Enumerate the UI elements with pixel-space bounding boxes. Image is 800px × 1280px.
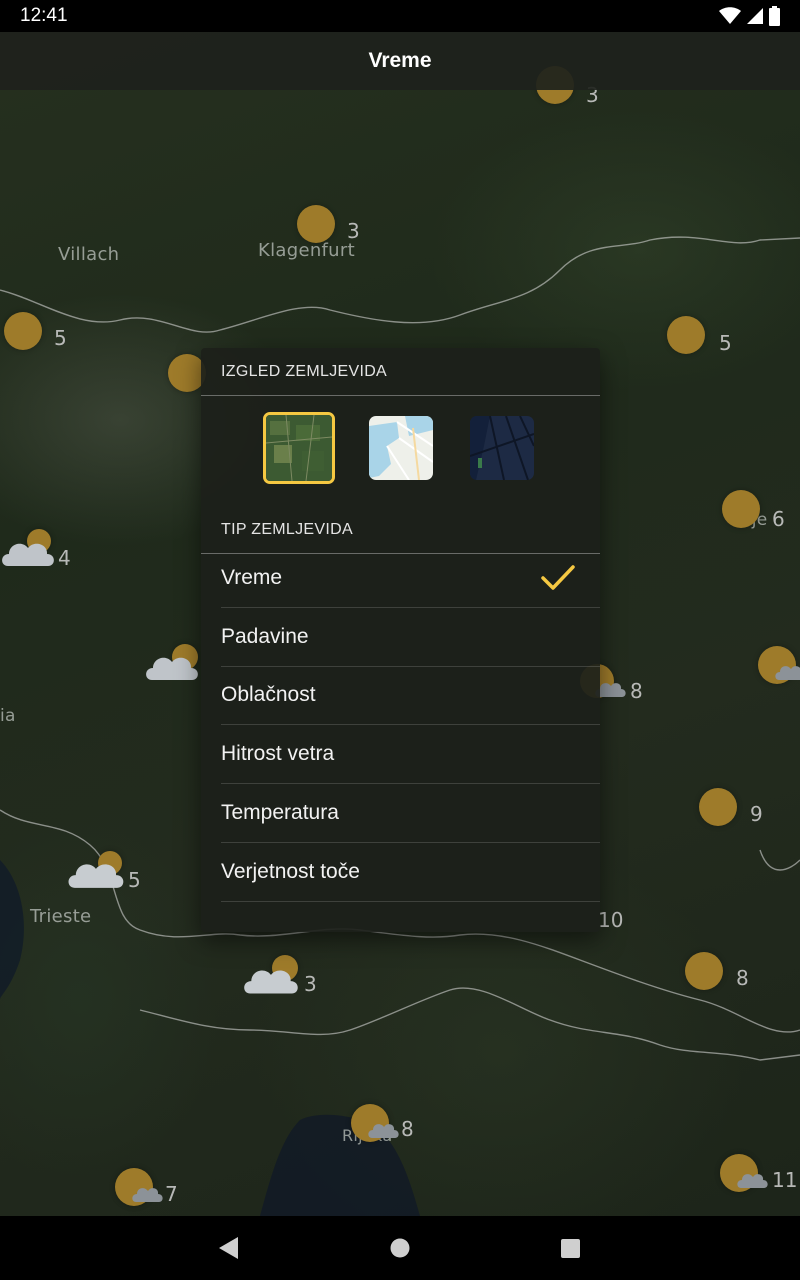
map-style-light-option[interactable]: [369, 416, 433, 480]
city-label-villach: Villach: [58, 244, 120, 265]
marker-temperature: 8: [401, 1117, 414, 1141]
weather-marker[interactable]: [758, 646, 800, 706]
sun-icon: [667, 316, 705, 354]
sun-icon: [4, 312, 42, 350]
sun-icon: [722, 490, 760, 528]
map-type-item-temperatura[interactable]: Temperatura: [221, 784, 600, 843]
cloud-icon: [146, 657, 198, 680]
map-appearance-options: [201, 412, 600, 484]
sun-icon: [685, 952, 723, 990]
map-type-item-vreme[interactable]: Vreme: [221, 549, 600, 608]
weather-marker[interactable]: 8: [351, 1104, 431, 1164]
map-type-item-hitrost-vetra[interactable]: Hitrost vetra: [221, 725, 600, 785]
cloud-icon: [368, 1124, 399, 1138]
check-icon: [541, 565, 575, 590]
map-type-label: Temperatura: [221, 801, 339, 825]
sun-icon: [699, 788, 737, 826]
marker-temperature: 5: [128, 868, 141, 892]
map-style-satellite-option[interactable]: [263, 412, 335, 484]
marker-temperature: 5: [54, 326, 67, 350]
sun-icon: [297, 205, 335, 243]
map-type-item-oblacnost[interactable]: Oblačnost: [221, 667, 600, 726]
marker-temperature: 6: [772, 507, 785, 531]
wifi-icon: [719, 7, 741, 24]
map-type-label: Hitrost vetra: [221, 742, 335, 766]
map-appearance-header: IZGLED ZEMLJEVIDA: [201, 348, 600, 396]
app-title: Vreme: [368, 49, 432, 72]
cloud-icon: [775, 666, 800, 680]
map-type-label: Oblačnost: [221, 683, 316, 707]
marker-temperature: 5: [719, 331, 732, 355]
cloud-icon: [68, 864, 124, 888]
map-type-item-padavine[interactable]: Padavine: [221, 608, 600, 667]
map-type-label: Padavine: [221, 624, 309, 648]
map-style-dark-option[interactable]: [470, 416, 534, 480]
cloud-icon: [737, 1174, 768, 1188]
map-type-list: Vreme Padavine Oblačnost Hitrost vetra T…: [201, 549, 600, 902]
app-bar: Vreme: [0, 32, 800, 90]
satellite-map-thumbnail: [266, 415, 332, 481]
back-icon[interactable]: [218, 1236, 240, 1260]
weather-marker[interactable]: 5: [667, 316, 747, 376]
recents-icon[interactable]: [561, 1239, 580, 1258]
weather-marker[interactable]: 5: [4, 312, 84, 372]
marker-temperature: 7: [165, 1182, 178, 1206]
weather-marker[interactable]: 8: [685, 952, 765, 1012]
dark-map-thumbnail: [470, 416, 534, 480]
map-type-item-verjetnost-toce[interactable]: Verjetnost toče: [221, 843, 600, 902]
marker-temperature: 9: [750, 802, 763, 826]
marker-temperature: 8: [736, 966, 749, 990]
marker-temperature: 8: [630, 679, 643, 703]
weather-marker[interactable]: 3: [242, 954, 322, 1014]
weather-marker[interactable]: 3: [297, 205, 377, 265]
status-time: 12:41: [20, 5, 68, 26]
home-icon[interactable]: [390, 1238, 410, 1258]
signal-icon: [747, 8, 763, 24]
map-type-header: TIP ZEMLJEVIDA: [201, 506, 600, 554]
city-label-partial: ia: [0, 706, 16, 726]
marker-temperature: 3: [304, 972, 317, 996]
battery-icon: [769, 6, 780, 26]
weather-marker[interactable]: 9: [699, 788, 779, 848]
status-icons: [719, 6, 780, 26]
map-options-dialog: IZGLED ZEMLJEVIDA TIP ZEMLJEVIDA Vreme P…: [201, 348, 600, 932]
cloud-icon: [132, 1188, 163, 1202]
weather-marker[interactable]: 5: [66, 850, 146, 910]
status-bar: 12:41: [0, 0, 800, 32]
weather-marker[interactable]: 4: [0, 528, 80, 588]
map-type-label: Vreme: [221, 565, 283, 589]
map-type-label: Verjetnost toče: [221, 859, 360, 883]
light-map-thumbnail: [369, 416, 433, 480]
marker-temperature: 3: [347, 219, 360, 243]
weather-marker[interactable]: 6: [722, 490, 800, 550]
marker-temperature: 11: [772, 1168, 798, 1192]
cloud-icon: [244, 970, 298, 994]
marker-temperature: 4: [58, 546, 71, 570]
weather-marker[interactable]: 11: [720, 1154, 800, 1214]
navigation-bar: [0, 1216, 800, 1280]
marker-temperature: 10: [598, 908, 624, 932]
cloud-icon: [2, 543, 54, 566]
